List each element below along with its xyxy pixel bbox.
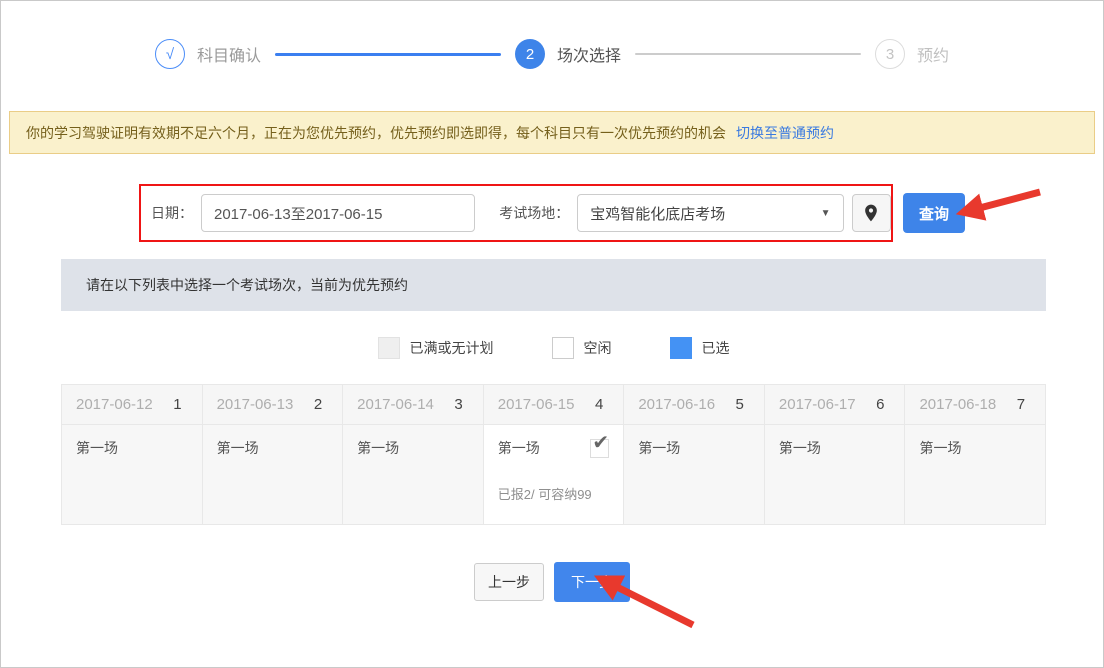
checkmark-icon: ✔ — [592, 433, 609, 453]
legend-swatch-selected — [670, 337, 692, 359]
priority-notice-banner: 你的学习驾驶证明有效期不足六个月，正在为您优先预约，优先预约即选即得，每个科目只… — [9, 111, 1095, 154]
exam-site-label: 考试场地： — [499, 203, 569, 223]
session-label: 第一场 — [919, 438, 961, 458]
stepper: √ 科目确认 2 场次选择 3 预约 — [1, 39, 1103, 69]
column-day-number: 3 — [454, 396, 462, 413]
session-label: 第一场 — [357, 438, 399, 458]
session-capacity-info: 已报2/ 可容纳99 — [498, 484, 610, 503]
next-step-button[interactable]: 下一步 — [554, 562, 630, 602]
legend-label: 已选 — [702, 338, 730, 358]
session-cell[interactable]: 第一场 — [905, 425, 1045, 524]
session-row: 第一场 ✔ — [498, 438, 610, 458]
legend-swatch-free — [552, 337, 574, 359]
session-row: 第一场 — [217, 438, 329, 458]
column-day-number: 4 — [595, 396, 603, 413]
column-day-number: 7 — [1017, 396, 1025, 413]
date-label: 日期： — [151, 203, 193, 223]
session-table: 2017-06-1212017-06-1322017-06-1432017-06… — [61, 384, 1046, 525]
session-row: 第一场 — [357, 438, 469, 458]
exam-site-selected-value: 宝鸡智能化底店考场 — [590, 203, 725, 224]
column-day-number: 5 — [736, 396, 744, 413]
map-location-button[interactable] — [852, 194, 891, 232]
step-session-select: 2 场次选择 — [515, 39, 621, 69]
map-pin-icon — [861, 203, 881, 223]
session-cell[interactable]: 第一场 — [765, 425, 906, 524]
session-label: 第一场 — [76, 438, 118, 458]
column-date: 2017-06-13 — [217, 396, 294, 413]
column-date: 2017-06-12 — [76, 396, 153, 413]
switch-to-normal-booking-link[interactable]: 切换至普通预约 — [736, 123, 834, 143]
column-date: 2017-06-14 — [357, 396, 434, 413]
step-number-badge: 3 — [875, 39, 905, 69]
column-date: 2017-06-15 — [498, 396, 575, 413]
column-header: 2017-06-16 5 — [624, 385, 765, 425]
column-day-number: 1 — [173, 396, 181, 413]
session-cell[interactable]: 第一场 — [624, 425, 765, 524]
legend-item-free: 空闲 — [552, 337, 612, 359]
session-row: 第一场 — [779, 438, 891, 458]
table-header-row: 2017-06-1212017-06-1322017-06-1432017-06… — [62, 385, 1045, 425]
session-row: 第一场 — [76, 438, 188, 458]
prev-step-button[interactable]: 上一步 — [474, 563, 544, 601]
column-header: 2017-06-13 2 — [203, 385, 344, 425]
table-body-row: 第一场 第一场 第一场 第一场 ✔ 已报2/ 可容纳99 第一场 第一场 第一场 — [62, 425, 1045, 524]
column-header: 2017-06-18 7 — [905, 385, 1045, 425]
session-checkbox-checked[interactable]: ✔ — [590, 439, 609, 458]
legend: 已满或无计划 空闲 已选 — [61, 311, 1046, 384]
step-number-badge: 2 — [515, 39, 545, 69]
session-cell[interactable]: 第一场 — [203, 425, 344, 524]
legend-label: 已满或无计划 — [410, 338, 494, 358]
step-subject-confirm: √ 科目确认 — [155, 39, 261, 69]
legend-swatch-full — [378, 337, 400, 359]
legend-label: 空闲 — [584, 338, 612, 358]
stepper-connector-pending — [635, 53, 861, 55]
column-date: 2017-06-18 — [919, 396, 996, 413]
session-label: 第一场 — [638, 438, 680, 458]
session-label: 第一场 — [498, 438, 540, 458]
filter-highlight-box: 日期： 考试场地： 宝鸡智能化底店考场 ▼ — [139, 184, 893, 242]
session-cell[interactable]: 第一场 — [343, 425, 484, 524]
session-label: 第一场 — [779, 438, 821, 458]
session-list-title: 请在以下列表中选择一个考试场次，当前为优先预约 — [61, 259, 1046, 311]
notice-text: 你的学习驾驶证明有效期不足六个月，正在为您优先预约，优先预约即选即得，每个科目只… — [26, 123, 726, 143]
step-label: 预约 — [917, 42, 949, 66]
stepper-connector-active — [275, 53, 501, 56]
column-header: 2017-06-15 4 — [484, 385, 625, 425]
session-cell[interactable]: 第一场 ✔ 已报2/ 可容纳99 — [484, 425, 625, 524]
session-row: 第一场 — [638, 438, 750, 458]
chevron-down-icon: ▼ — [821, 208, 831, 219]
session-label: 第一场 — [217, 438, 259, 458]
annotation-arrow-query — [954, 184, 1046, 230]
booking-page: √ 科目确认 2 场次选择 3 预约 你的学习驾驶证明有效期不足六个月，正在为您… — [0, 0, 1104, 668]
column-header: 2017-06-17 6 — [765, 385, 906, 425]
session-row: 第一场 — [919, 438, 1031, 458]
legend-item-full: 已满或无计划 — [378, 337, 494, 359]
step-reserve: 3 预约 — [875, 39, 949, 69]
column-date: 2017-06-16 — [638, 396, 715, 413]
exam-site-select[interactable]: 宝鸡智能化底店考场 ▼ — [577, 194, 843, 232]
session-cell[interactable]: 第一场 — [62, 425, 203, 524]
step-label: 场次选择 — [557, 42, 621, 66]
step-done-check-icon: √ — [155, 39, 185, 69]
wizard-buttons: 上一步 下一步 — [1, 562, 1103, 602]
query-button[interactable]: 查询 — [903, 193, 965, 233]
column-header: 2017-06-12 1 — [62, 385, 203, 425]
legend-item-selected: 已选 — [670, 337, 730, 359]
column-header: 2017-06-14 3 — [343, 385, 484, 425]
step-label: 科目确认 — [197, 42, 261, 66]
column-day-number: 2 — [314, 396, 322, 413]
column-date: 2017-06-17 — [779, 396, 856, 413]
date-range-input[interactable] — [201, 194, 475, 232]
column-day-number: 6 — [876, 396, 884, 413]
